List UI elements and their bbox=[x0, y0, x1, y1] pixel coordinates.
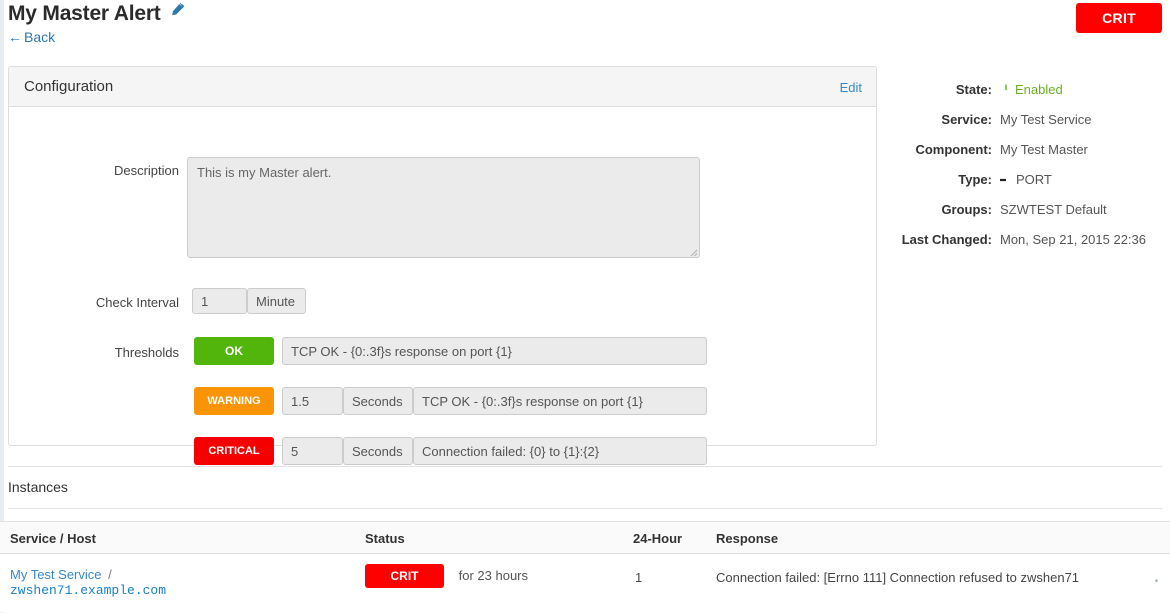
meta-row-component: Component: My Test Master bbox=[896, 142, 1164, 160]
edit-configuration-link[interactable]: Edit bbox=[840, 80, 862, 95]
page-title: My Master Alert bbox=[8, 2, 161, 25]
configuration-panel-header: Configuration Edit bbox=[9, 67, 876, 107]
threshold-level-warning[interactable]: WARNING bbox=[194, 387, 274, 415]
row-status-duration: for 23 hours bbox=[458, 568, 528, 583]
meta-row-state: State: Enabled bbox=[896, 82, 1164, 100]
description-textarea[interactable] bbox=[187, 157, 700, 258]
meta-row-type: Type: PORT bbox=[896, 172, 1164, 190]
check-interval-label: Check Interval bbox=[95, 295, 179, 310]
configuration-title: Configuration bbox=[24, 78, 114, 95]
threshold-message-critical[interactable] bbox=[413, 437, 707, 465]
threshold-message-warning[interactable] bbox=[413, 387, 707, 415]
meta-key: Component: bbox=[915, 142, 992, 157]
meta-value-text: Enabled bbox=[1015, 82, 1063, 97]
service-link[interactable]: My Test Service bbox=[10, 567, 102, 582]
meta-value-service: My Test Service bbox=[1000, 112, 1092, 127]
instances-title: Instances bbox=[8, 479, 68, 495]
threshold-level-ok[interactable]: OK bbox=[194, 337, 274, 365]
meta-key: State: bbox=[955, 82, 992, 97]
instances-table: Service / Host Status 24-Hour Response M… bbox=[0, 521, 1170, 612]
threshold-value-warning[interactable] bbox=[282, 387, 343, 415]
response-overflow-indicator: • bbox=[1154, 576, 1158, 586]
column-header-response: Response bbox=[716, 531, 779, 546]
meta-key: Last Changed: bbox=[901, 232, 992, 247]
thresholds-label: Thresholds bbox=[114, 345, 179, 360]
back-link[interactable]: ← Back bbox=[8, 29, 1162, 46]
column-header-service-host: Service / Host bbox=[10, 531, 96, 546]
meta-row-service: Service: My Test Service bbox=[896, 112, 1164, 130]
threshold-value-critical[interactable] bbox=[282, 437, 343, 465]
table-row: My Test Service / zwshen71.example.com C… bbox=[0, 554, 1170, 612]
threshold-unit-critical[interactable] bbox=[343, 437, 413, 465]
alert-meta-list: State: Enabled Service: My Test Service … bbox=[896, 82, 1164, 262]
configuration-body: Description Check Interval Thresholds OK… bbox=[9, 107, 876, 465]
configuration-panel: Configuration Edit Description Check Int… bbox=[8, 66, 877, 465]
meta-value-state: Enabled bbox=[1000, 82, 1063, 97]
description-label: Description bbox=[113, 163, 179, 178]
meta-row-last-changed: Last Changed: Mon, Sep 21, 2015 22:36 bbox=[896, 232, 1164, 250]
meta-value-last-changed: Mon, Sep 21, 2015 22:36 bbox=[1000, 232, 1147, 247]
cell-24-hour: 1 bbox=[635, 570, 643, 585]
meta-value-component: My Test Master bbox=[1000, 142, 1088, 157]
meta-key: Type: bbox=[958, 172, 992, 187]
instances-divider-bottom bbox=[8, 508, 1162, 509]
meta-row-groups: Groups: SZWTEST Default bbox=[896, 202, 1164, 220]
status-badge-crit[interactable]: CRIT bbox=[1076, 3, 1162, 33]
threshold-unit-warning[interactable] bbox=[343, 387, 413, 415]
meta-key: Groups: bbox=[941, 202, 992, 217]
cell-status: CRIT for 23 hours bbox=[365, 564, 528, 588]
instances-table-header: Service / Host Status 24-Hour Response bbox=[0, 521, 1170, 554]
check-interval-value-input[interactable] bbox=[192, 288, 247, 314]
check-interval-unit-input[interactable] bbox=[247, 288, 306, 314]
pencil-icon[interactable] bbox=[170, 2, 185, 20]
alert-detail-page: My Master Alert ← Back CRIT Configuration… bbox=[0, 0, 1170, 613]
threshold-level-critical[interactable]: CRITICAL bbox=[194, 437, 274, 465]
column-header-24-hour: 24-Hour bbox=[633, 531, 683, 546]
sign-in-icon bbox=[1000, 174, 1013, 190]
meta-value-text: PORT bbox=[1016, 172, 1052, 187]
instances-divider-top bbox=[8, 466, 1162, 467]
row-status-badge-crit[interactable]: CRIT bbox=[365, 564, 444, 588]
threshold-message-ok[interactable] bbox=[282, 337, 707, 365]
page-header: My Master Alert ← Back bbox=[8, 2, 1162, 48]
column-header-status: Status bbox=[365, 531, 405, 546]
service-host-separator: / bbox=[108, 567, 112, 582]
power-icon bbox=[1000, 84, 1012, 100]
cell-response: Connection failed: [Errno 111] Connectio… bbox=[716, 570, 1080, 585]
meta-value-type: PORT bbox=[1000, 172, 1052, 187]
back-link-label: Back bbox=[24, 29, 56, 45]
meta-key: Service: bbox=[941, 112, 992, 127]
back-arrow-icon: ← bbox=[8, 29, 22, 45]
cell-service-host: My Test Service / zwshen71.example.com bbox=[10, 567, 166, 598]
meta-value-groups: SZWTEST Default bbox=[1000, 202, 1107, 217]
host-link[interactable]: zwshen71.example.com bbox=[10, 583, 166, 598]
